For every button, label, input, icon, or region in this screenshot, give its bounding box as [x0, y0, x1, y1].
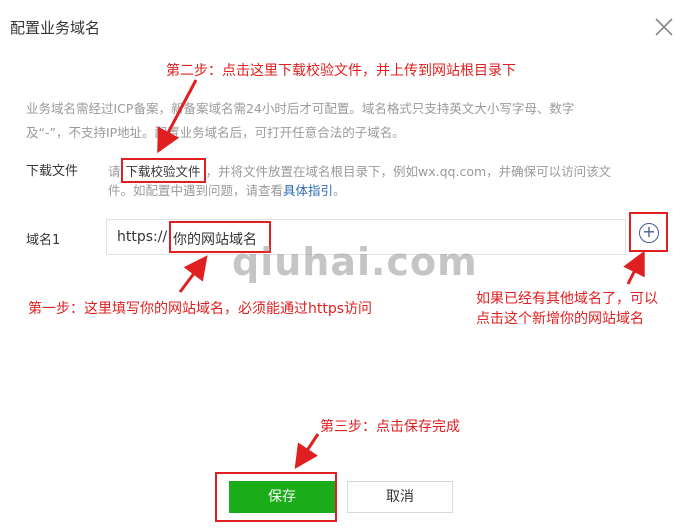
description-line1: 业务域名需经过ICP备案，新备案域名需24小时后才可配置。域名格式只支持英文大小…	[26, 101, 575, 116]
annotation-step3: 第三步：点击保存完成	[320, 419, 460, 435]
arrow-step3	[294, 433, 320, 469]
annotation-add-line1: 如果已经有其他域名了，可以	[476, 291, 658, 307]
download-help-text: 件。如配置中遇到问题，请查看	[108, 183, 284, 198]
specific-guide-link[interactable]: 具体指引	[283, 183, 333, 198]
add-domain-button[interactable]: +	[639, 223, 659, 243]
add-domain-highlight: +	[629, 212, 668, 252]
description-line2: 及“-”，不支持IP地址。配置业务域名后，可打开任意合法的子域名。	[26, 125, 405, 140]
cancel-button[interactable]: 取消	[347, 481, 453, 513]
arrow-add	[623, 250, 645, 285]
dialog-title: 配置业务域名	[10, 19, 101, 37]
close-button[interactable]	[652, 15, 676, 39]
close-icon	[655, 18, 673, 36]
domain-label: 域名1	[26, 233, 61, 248]
annotation-step1: 第一步：这里填写你的网站域名，必须能通过https访问	[28, 301, 373, 317]
download-verification-file-link[interactable]: 下载校验文件	[126, 164, 201, 179]
download-text-line2: 件。如配置中遇到问题，请查看具体指引。	[108, 180, 346, 199]
domain-protocol-prefix: https://	[117, 229, 168, 245]
watermark: qiuhai.com	[232, 240, 478, 284]
download-instruction-text: ，并将文件放置在域名根目录下，例如wx.qq.com，并确保可以访问该文	[205, 164, 612, 179]
save-button[interactable]: 保存	[229, 481, 335, 513]
annotation-step2: 第二步：点击这里下载校验文件，并上传到网站根目录下	[166, 63, 516, 79]
download-help-end: 。	[333, 183, 346, 198]
arrow-step1	[178, 255, 208, 293]
download-prefix: 请	[108, 164, 121, 179]
annotation-add-line2: 点击这个新增你的网站域名	[476, 311, 644, 327]
add-circle-icon: +	[642, 222, 656, 241]
download-label: 下载文件	[26, 164, 79, 179]
